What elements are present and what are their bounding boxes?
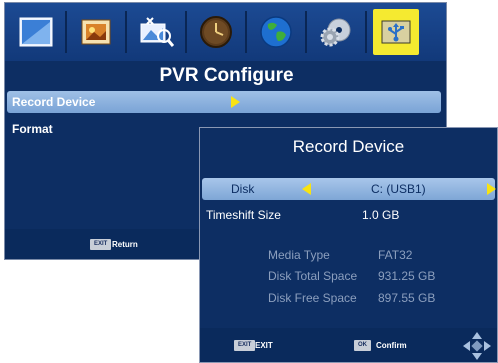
media-type-value: FAT32 <box>378 248 413 262</box>
clock-icon <box>200 16 232 48</box>
navigation-dpad-icon <box>463 332 491 360</box>
tab-settings[interactable] <box>313 9 359 55</box>
settings-disc-icon <box>320 18 351 47</box>
tab-usb[interactable] <box>373 9 419 55</box>
dialog-title: Record Device <box>292 137 405 156</box>
ok-key-icon: OK <box>354 340 371 351</box>
arrow-right-icon <box>231 96 240 108</box>
image-search-icon <box>140 17 174 47</box>
tab-separator <box>245 11 247 53</box>
exit-hint: EXIT <box>255 341 273 350</box>
arrow-right-icon[interactable] <box>487 183 496 195</box>
tab-photo[interactable] <box>73 9 119 55</box>
picture-icon <box>19 17 53 47</box>
disk-total-space-value: 931.25 GB <box>378 269 436 283</box>
exit-key-icon: EXIT <box>90 239 112 250</box>
arrow-left-icon[interactable] <box>302 183 311 195</box>
tab-clock[interactable] <box>193 9 239 55</box>
tab-separator <box>65 11 67 53</box>
dialog-footer: EXIT EXIT OK Confirm <box>200 328 497 362</box>
usb-icon <box>381 20 411 44</box>
globe-icon <box>260 16 292 48</box>
media-type-label: Media Type <box>268 248 330 262</box>
record-device-dialog: Record Device Disk C: (USB1) Timeshift S… <box>199 127 498 363</box>
menu-item-label: Format <box>12 122 53 136</box>
tab-separator <box>365 11 367 53</box>
disk-label: Disk <box>231 182 255 196</box>
timeshift-value[interactable]: 1.0 GB <box>362 208 399 222</box>
menu-item-record-device[interactable]: Record Device <box>7 91 441 113</box>
tab-separator <box>185 11 187 53</box>
photo-album-icon <box>81 19 111 45</box>
confirm-hint: Confirm <box>376 341 407 350</box>
disk-total-space-label: Disk Total Space <box>268 269 358 283</box>
menu-icon-bar <box>5 3 446 61</box>
tab-image-search[interactable] <box>133 9 179 55</box>
disk-free-space-value: 897.55 GB <box>378 291 436 305</box>
menu-item-label: Record Device <box>12 95 96 109</box>
exit-key-icon: EXIT <box>234 340 256 351</box>
timeshift-label: Timeshift Size <box>206 208 281 222</box>
return-hint: Return <box>112 240 138 249</box>
tab-separator <box>125 11 127 53</box>
disk-free-space-label: Disk Free Space <box>268 291 357 305</box>
disk-selector[interactable]: Disk C: (USB1) <box>202 178 496 200</box>
tab-separator <box>305 11 307 53</box>
tab-picture[interactable] <box>13 9 59 55</box>
tab-globe[interactable] <box>253 9 299 55</box>
disk-value: C: (USB1) <box>371 182 426 196</box>
page-title: PVR Configure <box>159 65 294 86</box>
